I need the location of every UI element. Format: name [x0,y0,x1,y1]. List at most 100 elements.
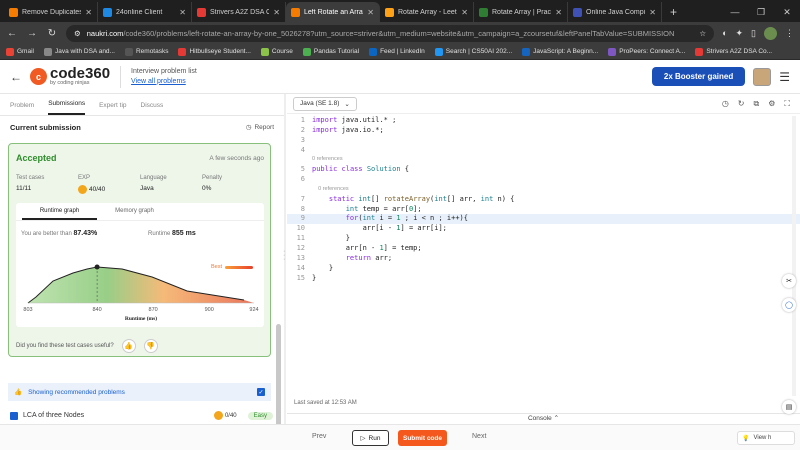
x-tick-label: 840 [93,307,102,313]
browser-tab[interactable]: Left Rotate an Array ✕ [286,2,380,22]
close-tab-icon[interactable]: ✕ [555,8,562,17]
booster-button[interactable]: 2x Booster gained [651,67,746,86]
reload-icon[interactable]: ↻ [46,28,58,39]
code-line: 9 for(int i = 1 ; i < n ; i++){ [287,214,800,225]
runtime-graph-panel: Runtime graph Memory graph You are better… [16,203,264,327]
browser-tab[interactable]: Online Java Compiler ✕ [568,2,662,22]
stat-label: Test cases [16,175,45,181]
bookmark-item[interactable]: Search | CS50AI 202... [434,47,512,56]
language-select[interactable]: Java (SE 1.8) ⌄ [293,96,357,111]
console-toggle[interactable]: Console ⌃ [287,413,800,424]
submit-code-button[interactable]: Submit code [398,430,447,446]
bookmark-item[interactable]: ProPeers: Connect A... [608,47,686,56]
timer-icon[interactable]: ◷ [722,99,729,109]
bookmark-item[interactable]: JavaScript: A Beginn... [522,47,598,56]
sidebar-panel-icon[interactable]: ▤ [782,400,796,414]
left-scrollbar[interactable] [276,324,281,434]
bookmark-item[interactable]: Java with DSA and... [43,47,115,56]
code-area[interactable]: 1 import java.util.* ; 2 import java.io.*; 3… [287,116,800,283]
url-path: /code360/problems/left-rotate-an-array-b… [123,28,675,38]
problem-list-label: Interview problem list [131,68,197,76]
graph-tab[interactable]: Memory graph [97,203,172,220]
line-number [287,155,305,165]
close-window-button[interactable]: ✕ [774,7,800,18]
recommended-problems-toggle[interactable]: 👍 Showing recommended problems ✓ [8,383,271,401]
view-hints-button[interactable]: 💡 View h [737,431,795,445]
extension-icon[interactable]: ◐ [722,28,727,38]
left-panel: Problem Submissions Expert tip Discuss Curr… [0,94,284,434]
browser-menu-icon[interactable]: ⋮ [785,28,794,39]
line-number: 12 [296,243,305,252]
drag-handle-icon[interactable]: · · · [283,248,285,263]
close-tab-icon[interactable]: ✕ [85,8,92,17]
tab-title: Rotate Array | Practic [492,8,552,16]
minimize-button[interactable]: — [722,7,748,17]
forward-icon[interactable]: → [26,28,38,39]
line-number: 15 [296,273,305,282]
chat-icon[interactable]: ◯ [782,298,796,312]
reset-icon[interactable]: ↻ [738,99,745,109]
browser-tab[interactable]: 24online Client ✕ [98,2,192,22]
bookmark-item[interactable]: Strivers A2Z DSA Co... [695,47,772,56]
bookmark-item[interactable]: Course [260,47,293,56]
site-info-icon[interactable]: ⚙ [74,29,81,38]
tab-submissions[interactable]: Submissions [48,100,86,115]
bookmark-item[interactable]: Gmail [6,47,34,56]
sidepanel-icon[interactable]: ▯ [751,28,756,39]
hamburger-menu-icon[interactable]: ☰ [779,70,790,84]
code360-logo[interactable]: c code360 by coding ninjas [30,66,110,87]
extensions-puzzle-icon[interactable]: ✦ [736,28,744,39]
bookmark-item[interactable]: Remotasks [124,47,168,56]
close-tab-icon[interactable]: ✕ [367,8,374,17]
browser-tab[interactable]: Rotate Array - LeetC ✕ [380,2,474,22]
fullscreen-icon[interactable]: ⛶ [784,99,790,109]
stat-item: EXP 40/40 [78,175,140,194]
bookmark-item[interactable]: Pandas Tutorial [302,47,359,56]
user-avatar[interactable] [753,67,772,86]
code-text: arr[i - 1] = arr[i]; [312,224,447,233]
favicon-icon [479,7,488,17]
copy-icon[interactable]: ⧉ [754,99,760,109]
bookmark-icon [302,47,311,56]
browser-tab[interactable]: Strivers A2Z DSA Co ✕ [192,2,286,22]
report-button[interactable]: ◷ Report [246,123,274,132]
next-button[interactable]: Next [472,433,486,440]
tab-problem[interactable]: Problem [10,102,34,115]
code-line: 1 import java.util.* ; [287,116,800,126]
browser-tab[interactable]: Remove Duplicates f ✕ [4,2,98,22]
bookmark-item[interactable]: Hitbullseye Student... [178,47,251,56]
thumbs-down-icon[interactable]: 👎 [143,339,158,353]
problem-icon [10,411,18,420]
last-saved-text: Last saved at 12:53 AM [294,400,357,406]
checkbox-icon[interactable]: ✓ [257,388,265,396]
close-tab-icon[interactable]: ✕ [273,8,280,17]
prev-button[interactable]: Prev [312,433,326,440]
close-tab-icon[interactable]: ✕ [649,8,656,17]
run-button[interactable]: ▷ Run [352,430,389,446]
close-tab-icon[interactable]: ✕ [461,8,468,17]
code-line: 13 return arr; [287,254,800,264]
thumbs-up-icon[interactable]: 👍 [121,339,136,353]
profile-avatar[interactable] [764,26,777,40]
settings-gear-icon[interactable]: ⚙ [768,99,775,109]
view-all-problems-link[interactable]: View all problems [131,77,197,86]
line-number: 9 [300,214,305,223]
tab-expert-tip[interactable]: Expert tip [99,102,126,115]
graph-tab[interactable]: Runtime graph [22,203,97,220]
bookmark-star-icon[interactable]: ☆ [699,29,706,38]
back-arrow-icon[interactable]: ← [10,70,30,84]
new-tab-button[interactable]: + [662,2,685,22]
address-bar-row: ← → ↻ ⚙ naukri.com/code360/problems/left… [0,22,800,44]
recommended-problem-item[interactable]: LCA of three Nodes 0/40 Easy [10,411,273,420]
back-icon[interactable]: ← [6,28,18,39]
close-tab-icon[interactable]: ✕ [179,8,186,17]
editor-scrollbar[interactable] [792,116,796,396]
bookmark-label: ProPeers: Connect A... [619,48,686,55]
tab-discuss[interactable]: Discuss [141,102,164,115]
browser-tab[interactable]: Rotate Array | Practic✕ [474,2,568,22]
maximize-button[interactable]: ❐ [748,7,774,18]
left-panel-tabs: Problem Submissions Expert tip Discuss [0,94,284,116]
bookmark-item[interactable]: Feed | LinkedIn [369,47,425,56]
scissors-icon[interactable]: ✂ [782,274,796,288]
url-input[interactable]: ⚙ naukri.com/code360/problems/left-rotat… [66,24,715,42]
